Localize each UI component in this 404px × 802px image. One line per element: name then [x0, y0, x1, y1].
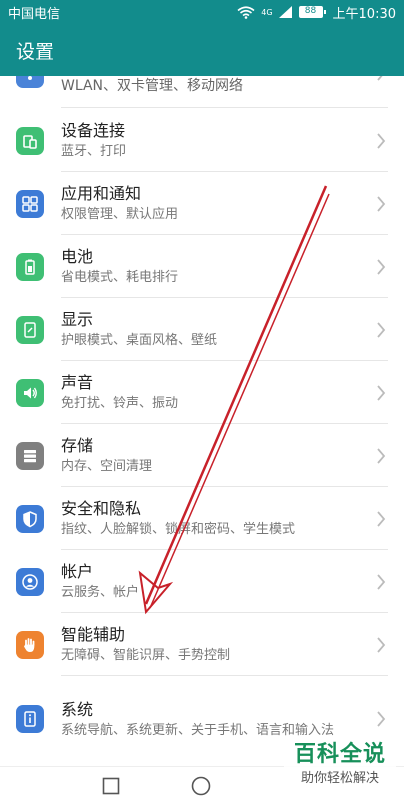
settings-item-subtitle: 云服务、帐户 — [61, 585, 140, 600]
chevron-right-icon — [377, 76, 383, 81]
settings-item-smart-assistance[interactable]: 智能辅助 无障碍、智能识屏、手势控制 — [0, 613, 404, 676]
battery-icon — [16, 252, 44, 281]
shield-icon — [16, 504, 44, 533]
chevron-right-icon — [377, 195, 386, 212]
chevron-right-icon — [377, 384, 386, 401]
status-icons: 4G 88 上午10:30 — [237, 3, 396, 22]
settings-item-battery[interactable]: 电池 省电模式、耗电排行 — [0, 235, 404, 298]
settings-item-title: 帐户 — [61, 562, 94, 581]
settings-item-title: 系统 — [61, 699, 94, 719]
settings-item-title: 显示 — [61, 310, 94, 329]
settings-item-subtitle: WLAN、双卡管理、移动网络 — [61, 78, 244, 94]
chevron-right-icon — [377, 447, 386, 464]
chevron-right-icon — [377, 573, 386, 590]
network-icon — [16, 76, 44, 88]
divider — [61, 107, 388, 108]
settings-item-subtitle: 指纹、人脸解锁、锁屏和密码、学生模式 — [61, 522, 296, 537]
carrier-name: 中国电信 — [8, 6, 61, 22]
account-icon — [16, 567, 44, 596]
chevron-right-icon — [377, 258, 386, 275]
settings-item-subtitle: 内存、空间清理 — [61, 459, 153, 474]
settings-item-subtitle: 省电模式、耗电排行 — [61, 270, 179, 285]
settings-item-storage[interactable]: 存储 内存、空间清理 — [0, 424, 404, 487]
settings-item-subtitle: 蓝牙、打印 — [61, 144, 127, 159]
home-button[interactable] — [191, 776, 211, 796]
display-icon — [16, 315, 44, 344]
settings-item-accounts[interactable]: 帐户 云服务、帐户 — [0, 550, 404, 613]
page-title: 设置 — [16, 40, 55, 63]
sound-icon — [16, 378, 44, 407]
signal-icon — [278, 6, 292, 18]
hand-icon — [16, 630, 44, 659]
clock: 上午10:30 — [332, 6, 396, 22]
chevron-right-icon — [377, 711, 386, 727]
app-header: 设置 — [0, 24, 404, 76]
chevron-right-icon — [377, 132, 386, 149]
network-type: 4G — [261, 7, 273, 17]
settings-item-subtitle: 免打扰、铃声、振动 — [61, 396, 179, 411]
settings-item-title: 电池 — [61, 247, 94, 266]
settings-item-display[interactable]: 显示 护眼模式、桌面风格、壁纸 — [0, 298, 404, 361]
settings-item-subtitle: 护眼模式、桌面风格、壁纸 — [61, 333, 218, 348]
system-info-icon — [16, 705, 44, 733]
chevron-right-icon — [377, 636, 386, 653]
watermark-logo: 百科全说 助你轻松解决 — [284, 740, 396, 796]
settings-item-title: 智能辅助 — [61, 625, 126, 644]
watermark-title: 百科全说 — [293, 742, 386, 767]
settings-item-title: 声音 — [61, 373, 94, 392]
storage-icon — [16, 441, 44, 470]
settings-item-title: 应用和通知 — [61, 184, 142, 203]
wifi-icon — [237, 5, 255, 19]
settings-item-subtitle: 系统导航、系统更新、关于手机、语言和输入法 — [61, 722, 335, 738]
settings-list[interactable]: WLAN、双卡管理、移动网络 设备连接 蓝牙、打印 应用和通知 权限管理、默认应… — [0, 76, 404, 766]
settings-item-sound[interactable]: 声音 免打扰、铃声、振动 — [0, 361, 404, 424]
settings-item-title: 存储 — [61, 436, 94, 455]
chevron-right-icon — [377, 510, 386, 527]
settings-item-title: 设备连接 — [61, 121, 126, 140]
watermark-subtitle: 助你轻松解决 — [300, 771, 379, 786]
settings-item-title: 安全和隐私 — [61, 499, 142, 518]
settings-item-subtitle: 权限管理、默认应用 — [61, 207, 179, 222]
chevron-right-icon — [377, 321, 386, 338]
battery-indicator: 88 — [298, 6, 326, 18]
settings-item-device-connection[interactable]: 设备连接 蓝牙、打印 — [0, 109, 404, 172]
settings-item-subtitle: 无障碍、智能识屏、手势控制 — [61, 648, 231, 663]
settings-item-security-privacy[interactable]: 安全和隐私 指纹、人脸解锁、锁屏和密码、学生模式 — [0, 487, 404, 550]
settings-item-network[interactable]: WLAN、双卡管理、移动网络 — [0, 76, 404, 108]
status-bar: 中国电信 4G 88 上午10:30 — [0, 0, 404, 24]
apps-icon — [16, 189, 44, 218]
recent-apps-button[interactable] — [102, 777, 120, 795]
settings-item-apps-notifications[interactable]: 应用和通知 权限管理、默认应用 — [0, 172, 404, 235]
device-connection-icon — [16, 126, 44, 155]
